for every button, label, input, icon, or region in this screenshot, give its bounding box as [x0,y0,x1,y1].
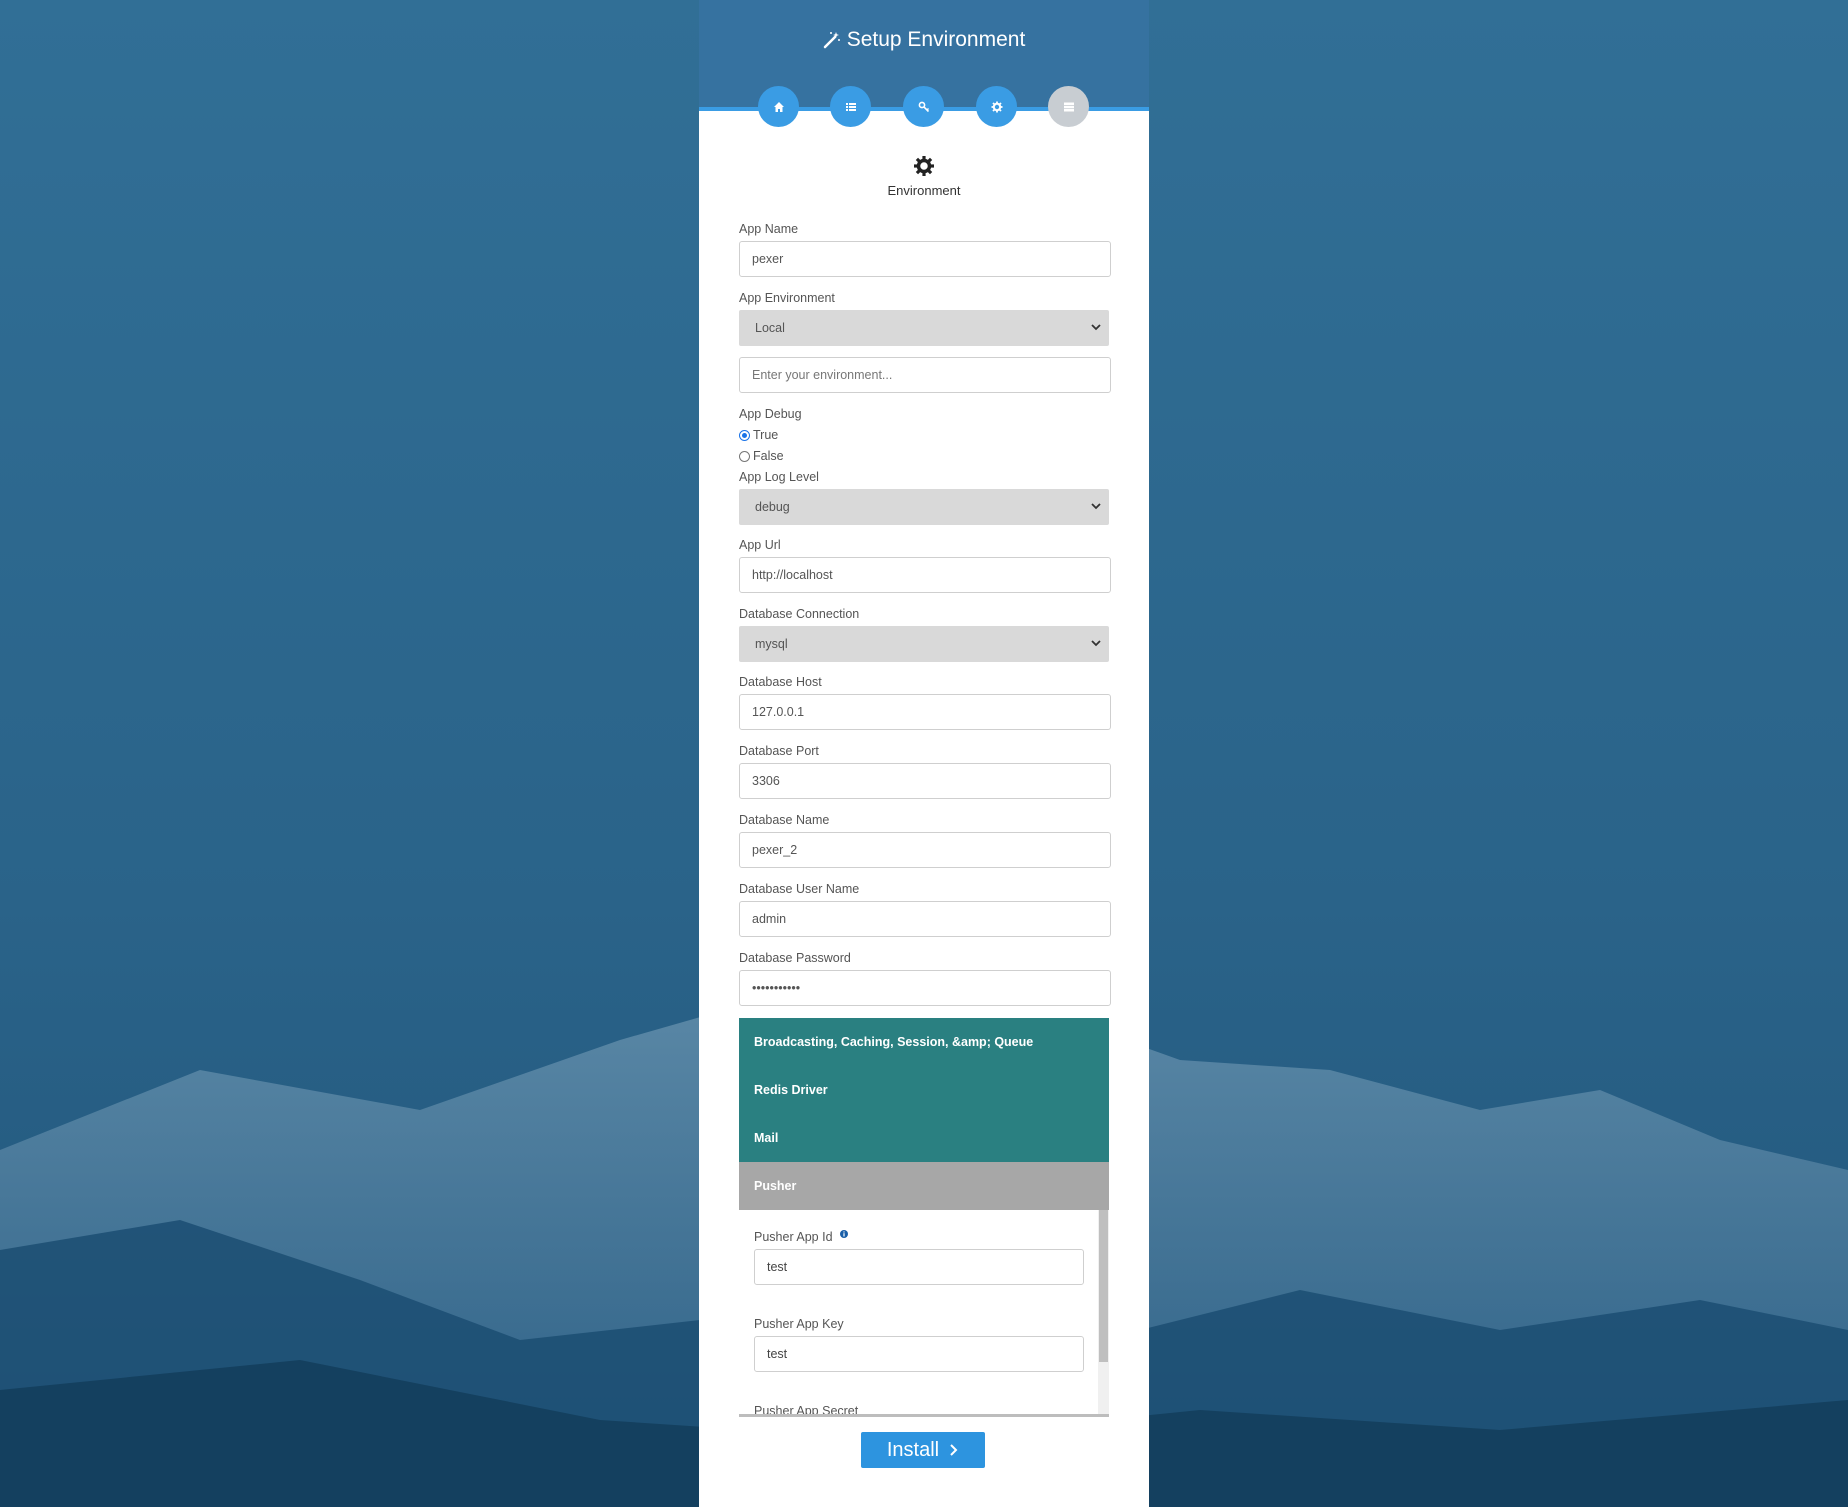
app-environment-value: Local [755,321,785,335]
app-url-input[interactable]: http://localhost [739,557,1111,593]
app-name-input[interactable]: pexer [739,241,1111,277]
chevron-down-icon [1091,640,1101,647]
pusher-app-id-label-text: Pusher App Id [754,1230,833,1244]
log-level-value: debug [755,500,790,514]
pusher-app-id-label: Pusher App Id [754,1230,849,1244]
accordion-mail[interactable]: Mail [739,1114,1109,1162]
db-name-input[interactable]: pexer_2 [739,832,1111,868]
db-name-label: Database Name [739,813,830,827]
db-password-input[interactable]: ••••••••••• [739,970,1111,1006]
accordion-broadcasting[interactable]: Broadcasting, Caching, Session, &amp; Qu… [739,1018,1109,1066]
app-environment-select[interactable]: Local [739,310,1109,346]
app-url-label: App Url [739,538,781,552]
step-final[interactable] [1048,86,1089,127]
custom-environment-input[interactable] [739,357,1111,393]
section-title: Environment [887,183,961,198]
log-level-select[interactable]: debug [739,489,1109,525]
db-password-label: Database Password [739,951,851,965]
wizard-steps [699,0,1149,130]
step-requirements[interactable] [830,86,871,127]
gear-icon [991,101,1002,112]
log-level-label: App Log Level [739,470,819,484]
pusher-app-id-input[interactable]: test [754,1249,1084,1285]
db-connection-select[interactable]: mysql [739,626,1109,662]
section-header: Environment [699,155,1149,198]
gear-icon [914,156,934,176]
debug-true-label: True [753,428,779,442]
step-environment[interactable] [976,86,1017,127]
settings-accordion: Broadcasting, Caching, Session, &amp; Qu… [739,1018,1109,1417]
db-connection-value: mysql [755,637,788,651]
server-icon [1063,102,1074,111]
key-icon [918,101,929,112]
debug-false-option[interactable]: False [739,449,784,463]
pusher-app-secret-label: Pusher App Secret [754,1404,859,1417]
installer-panel: Setup Environment Environment App Name p… [699,0,1149,1507]
step-permissions[interactable] [903,86,944,127]
db-host-label: Database Host [739,675,822,689]
accordion-pusher[interactable]: Pusher [739,1162,1109,1210]
debug-false-radio[interactable] [739,450,750,462]
chevron-down-icon [1091,324,1101,331]
pusher-app-key-input[interactable]: test [754,1336,1084,1372]
chevron-down-icon [1091,503,1101,510]
info-icon[interactable] [840,1230,849,1238]
debug-true-radio[interactable] [739,429,750,441]
pusher-panel: Pusher App Id test Pusher App Key test P… [739,1210,1109,1417]
db-host-input[interactable]: 127.0.0.1 [739,694,1111,730]
install-button-label: Install [886,1438,940,1461]
list-icon [845,102,856,111]
step-home[interactable] [758,86,799,127]
scrollbar-thumb[interactable] [1099,1210,1108,1362]
debug-false-label: False [753,449,784,463]
app-environment-label: App Environment [739,291,835,305]
accordion-redis[interactable]: Redis Driver [739,1066,1109,1114]
pusher-app-key-label: Pusher App Key [754,1317,844,1331]
db-user-label: Database User Name [739,882,860,896]
db-user-input[interactable]: admin [739,901,1111,937]
db-connection-label: Database Connection [739,607,860,621]
app-name-label: App Name [739,222,799,236]
debug-true-option[interactable]: True [739,428,778,442]
install-button[interactable]: Install [861,1432,985,1468]
home-icon [773,101,784,112]
app-debug-label: App Debug [739,407,802,421]
chevron-right-icon [950,1444,958,1456]
pusher-panel-scrollbar[interactable] [1098,1210,1109,1414]
db-port-label: Database Port [739,744,819,758]
form-content: Environment [699,155,1149,198]
db-port-input[interactable]: 3306 [739,763,1111,799]
